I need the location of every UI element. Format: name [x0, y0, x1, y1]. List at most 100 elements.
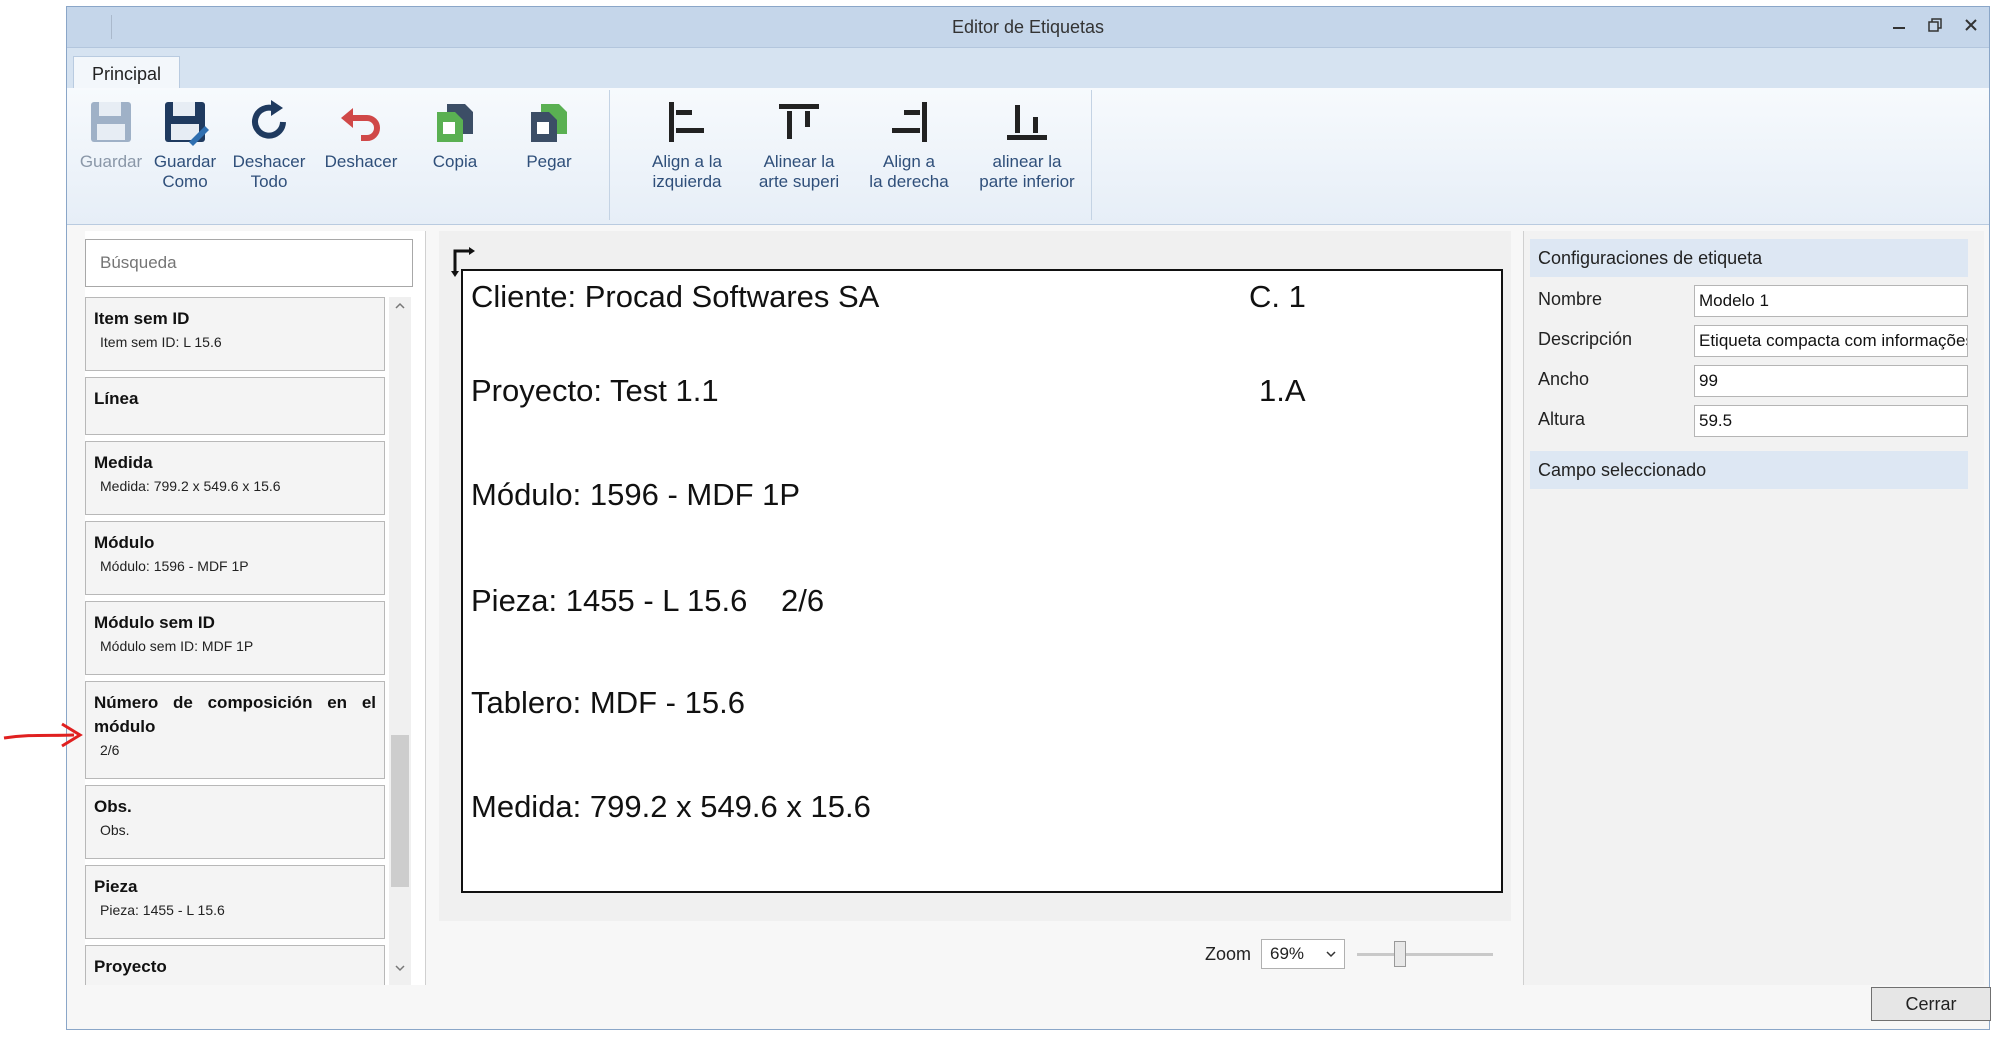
fields-scrollbar[interactable] — [389, 297, 411, 985]
label-field-pieza[interactable]: Pieza: 1455 - L 15.6 — [471, 583, 747, 619]
label-field-proyecto[interactable]: Proyecto: Test 1.1 — [471, 373, 719, 409]
field-card-title: Módulo sem ID — [94, 613, 215, 632]
field-card-proyecto[interactable]: Proyecto — [85, 945, 385, 985]
field-card-medida[interactable]: Medida Medida: 799.2 x 549.6 x 15.6 — [85, 441, 385, 515]
name-field[interactable]: Modelo 1 — [1694, 285, 1968, 317]
ribbon: Guardar Guardar Como Deshacer Todo Desha… — [67, 88, 1989, 225]
fields-list: Item sem ID Item sem ID: L 15.6 Línea Me… — [85, 297, 385, 985]
restore-button[interactable] — [1923, 13, 1947, 37]
close-window-button[interactable] — [1959, 13, 1983, 37]
red-arrow-annotation — [3, 722, 83, 748]
edit-group: Guardar Guardar Como Deshacer Todo Desha… — [67, 90, 610, 220]
field-card-value: Módulo: 1596 - MDF 1P — [100, 558, 249, 574]
close-button[interactable]: Cerrar — [1871, 987, 1991, 1021]
scroll-up-button[interactable] — [389, 299, 411, 321]
align-left-label-line1: Align a la — [652, 152, 722, 171]
align-top-label-line2: arte superi — [758, 172, 840, 191]
field-card-item-sem-id[interactable]: Item sem ID Item sem ID: L 15.6 — [85, 297, 385, 371]
zoom-label: Zoom — [1205, 943, 1252, 964]
window-title: Editor de Etiquetas — [951, 17, 1105, 37]
paste-label: Pegar — [526, 152, 572, 171]
fields-panel: Item sem ID Item sem ID: L 15.6 Línea Me… — [85, 231, 426, 985]
field-card-pieza[interactable]: Pieza Pieza: 1455 - L 15.6 — [85, 865, 385, 939]
field-card-title: Número de composición en el módulo — [94, 693, 376, 736]
editor-window: Editor de Etiquetas Principal Guardar Gu… — [66, 6, 1991, 1030]
save-button[interactable]: Guardar — [71, 98, 151, 172]
align-right-icon — [892, 102, 927, 142]
align-group: Align a la izquierda Alinear la arte sup… — [611, 90, 1092, 220]
save-as-icon — [165, 102, 209, 146]
field-card-value: Item sem ID: L 15.6 — [100, 334, 222, 350]
width-field[interactable]: 99 — [1694, 365, 1968, 397]
undo-all-button[interactable]: Deshacer Todo — [229, 98, 309, 192]
chevron-up-icon — [395, 302, 405, 309]
align-left-icon — [669, 102, 704, 142]
field-card-value: Módulo sem ID: MDF 1P — [100, 638, 254, 654]
align-left-button[interactable]: Align a la izquierda — [639, 98, 735, 192]
align-bottom-label-line2: parte inferior — [979, 172, 1075, 191]
search-input[interactable] — [85, 239, 413, 287]
description-field[interactable]: Etiqueta compacta com informações — [1694, 325, 1968, 357]
undo-all-label-line2: Todo — [250, 172, 288, 191]
save-as-button[interactable]: Guardar Como — [145, 98, 225, 192]
undo-label: Deshacer — [324, 152, 398, 171]
zoom-select[interactable]: 69% — [1261, 939, 1346, 969]
field-card-title: Proyecto — [94, 957, 167, 976]
copy-button[interactable]: Copia — [415, 98, 495, 172]
save-as-label-line1: Guardar — [153, 152, 217, 171]
ribbon-tabs: Principal — [67, 48, 1989, 91]
field-card-title: Obs. — [94, 797, 132, 816]
field-card-linea[interactable]: Línea — [85, 377, 385, 435]
zoom-slider-track — [1357, 953, 1493, 956]
label-field-1a[interactable]: 1.A — [1259, 373, 1306, 409]
height-label: Altura — [1538, 409, 1586, 429]
field-card-obs[interactable]: Obs. Obs. — [85, 785, 385, 859]
label-canvas-area: Cliente: Procad Softwares SA C. 1 Proyec… — [439, 231, 1511, 921]
align-bottom-button[interactable]: alinear la parte inferior — [969, 98, 1085, 192]
scroll-down-button[interactable] — [389, 961, 411, 983]
scroll-thumb[interactable] — [391, 735, 409, 887]
floppy-disk-icon — [91, 102, 131, 142]
field-card-numero-composicion[interactable]: Número de composición en el módulo 2/6 — [85, 681, 385, 779]
field-card-title: Línea — [94, 389, 139, 408]
align-top-button[interactable]: Alinear la arte superi — [747, 98, 851, 192]
label-field-c1[interactable]: C. 1 — [1249, 279, 1306, 315]
undo-all-label-line1: Deshacer — [232, 152, 306, 171]
zoom-slider-thumb[interactable] — [1394, 941, 1406, 967]
align-bottom-label-line1: alinear la — [992, 152, 1062, 171]
label-field-modulo[interactable]: Módulo: 1596 - MDF 1P — [471, 477, 800, 513]
label-field-medida[interactable]: Medida: 799.2 x 549.6 x 15.6 — [471, 789, 871, 825]
minimize-button[interactable] — [1887, 13, 1911, 37]
zoom-value: 69% — [1270, 944, 1305, 963]
field-card-value: Medida: 799.2 x 549.6 x 15.6 — [100, 478, 281, 494]
copy-label: Copia — [432, 152, 478, 171]
field-card-title: Pieza — [94, 877, 138, 896]
restore-icon — [1928, 18, 1942, 32]
field-card-modulo-sem-id[interactable]: Módulo sem ID Módulo sem ID: MDF 1P — [85, 601, 385, 675]
tab-principal[interactable]: Principal — [73, 56, 181, 91]
paste-button[interactable]: Pegar — [509, 98, 589, 172]
label-settings-header: Configuraciones de etiqueta — [1530, 239, 1968, 277]
label-field-cliente[interactable]: Cliente: Procad Softwares SA — [471, 279, 879, 315]
align-bottom-icon — [1007, 105, 1047, 140]
field-card-modulo[interactable]: Módulo Módulo: 1596 - MDF 1P — [85, 521, 385, 595]
save-label: Guardar — [79, 152, 143, 171]
save-as-label-line2: Como — [162, 172, 208, 191]
align-right-label-line1: Align a — [883, 152, 935, 171]
paste-icon — [531, 104, 567, 142]
undo-button[interactable]: Deshacer — [321, 98, 401, 172]
label-preview[interactable]: Cliente: Procad Softwares SA C. 1 Proyec… — [461, 269, 1503, 893]
align-top-icon — [779, 104, 819, 139]
align-right-label-line2: la derecha — [869, 172, 949, 191]
label-field-numero-composicion[interactable]: 2/6 — [781, 583, 824, 619]
label-field-tablero[interactable]: Tablero: MDF - 15.6 — [471, 685, 745, 721]
zoom-slider[interactable] — [1357, 941, 1493, 967]
window-controls — [1887, 13, 1983, 37]
properties-panel: Configuraciones de etiqueta Nombre Model… — [1523, 231, 1984, 985]
align-right-button[interactable]: Align a la derecha — [857, 98, 961, 192]
field-card-value: 2/6 — [100, 742, 120, 758]
name-label: Nombre — [1538, 289, 1603, 309]
field-card-title: Item sem ID — [94, 309, 190, 328]
minimize-icon — [1893, 27, 1905, 29]
height-field[interactable]: 59.5 — [1694, 405, 1968, 437]
